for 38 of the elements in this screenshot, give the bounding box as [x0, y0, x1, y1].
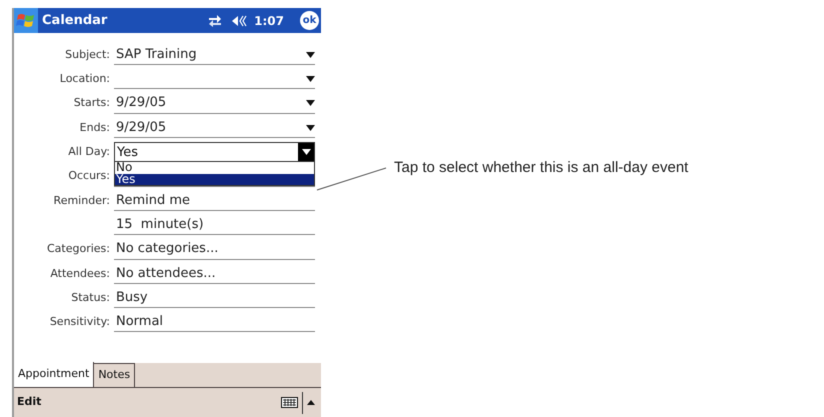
field-value[interactable]: Normal: [114, 312, 164, 332]
dropdown-option[interactable]: Yes: [115, 174, 314, 186]
leader-line: [316, 166, 388, 192]
field-label: Occurs:: [68, 169, 110, 182]
field-value[interactable]: 15 minute(s): [114, 214, 204, 234]
menu-item[interactable]: Edit: [14, 394, 44, 411]
field-label: Starts:: [74, 96, 110, 110]
field-label: Status:: [71, 290, 110, 304]
field-label: Location:: [60, 72, 110, 86]
field-value[interactable]: SAP Training: [114, 44, 197, 64]
up-arrow-icon[interactable]: [307, 400, 315, 405]
keyboard-icon[interactable]: [281, 397, 298, 408]
dropdown-arrow-icon[interactable]: [306, 76, 315, 82]
dropdown-arrow-icon[interactable]: [306, 124, 315, 131]
ok-button[interactable]: ok: [300, 11, 319, 30]
field-label: Attendees:: [50, 266, 110, 280]
field-label: All Day:: [68, 145, 110, 158]
window-title: Calendar: [42, 12, 108, 30]
sync-arrows-icon[interactable]: [208, 14, 222, 26]
tab[interactable]: Notes: [94, 363, 136, 387]
field-label: Subject:: [65, 48, 110, 61]
field-label: Sensitivity:: [50, 315, 110, 328]
speaker-icon[interactable]: [232, 14, 248, 26]
dropdown-arrow-icon[interactable]: [306, 100, 315, 106]
tab[interactable]: Appointment: [14, 362, 94, 387]
start-icon[interactable]: [14, 8, 38, 33]
callout-text: Tap to select whether this is an all-day event: [394, 158, 688, 178]
dropdown-arrow-icon[interactable]: [306, 52, 315, 58]
field-value[interactable]: No attendees...: [114, 264, 216, 284]
field-value[interactable]: Busy: [114, 288, 148, 308]
field-value[interactable]: Remind me: [114, 190, 190, 210]
field-label: Reminder:: [54, 194, 110, 207]
field-label: Ends:: [80, 120, 110, 134]
field-value[interactable]: 9/29/05: [114, 93, 166, 113]
field-value[interactable]: No categories...: [114, 239, 218, 259]
clock-time: 1:07: [254, 12, 284, 30]
field-value[interactable]: 9/29/05: [114, 118, 166, 138]
field-label: Categories:: [47, 242, 110, 256]
